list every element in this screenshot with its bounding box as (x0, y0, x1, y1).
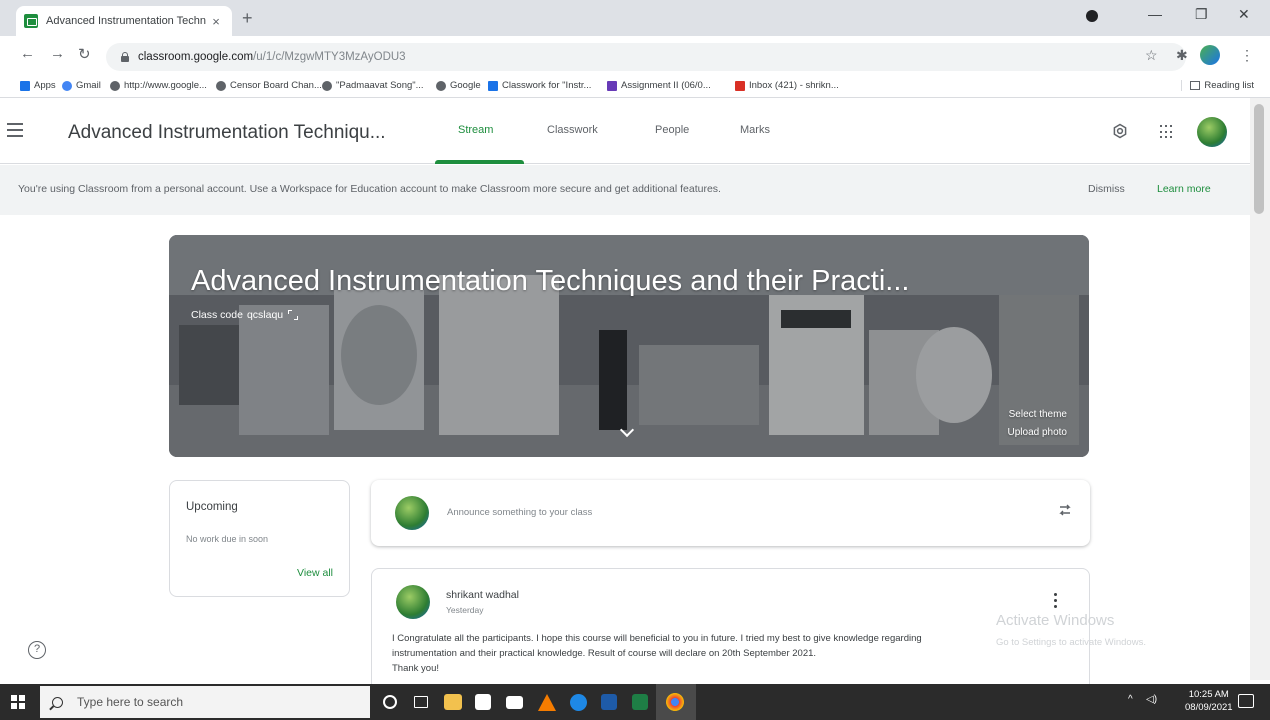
bookmark-star-icon[interactable]: ☆ (1145, 47, 1158, 64)
main-menu-icon[interactable] (7, 123, 23, 137)
apps-grid-icon (20, 80, 30, 91)
taskbar-search[interactable]: Type here to search (40, 686, 370, 718)
upcoming-empty-text: No work due in soon (186, 534, 269, 544)
bookmark-assignment[interactable]: Assignment II (06/0... (607, 80, 711, 91)
scrollbar-thumb[interactable] (1254, 104, 1264, 214)
forms-icon (607, 80, 617, 91)
browser-tab[interactable]: Advanced Instrumentation Techn × (16, 6, 232, 36)
activate-windows-title: Activate Windows (996, 612, 1115, 629)
tab-close-icon[interactable]: × (208, 14, 224, 29)
chrome-menu-icon[interactable]: ⋮ (1240, 47, 1254, 64)
notifications-icon[interactable] (1238, 694, 1254, 708)
new-tab-button[interactable]: + (242, 8, 253, 29)
bookmark-apps[interactable]: Apps (20, 80, 56, 91)
bookmark-google-link[interactable]: http://www.google... (110, 80, 207, 91)
volume-icon[interactable]: ◁) (1146, 694, 1157, 705)
url-host: classroom.google.com (138, 51, 254, 63)
tab-people[interactable]: People (655, 124, 689, 136)
window-close-icon[interactable]: ✕ (1238, 6, 1250, 23)
globe-icon (110, 80, 120, 91)
chrome-profile-icon[interactable] (1086, 10, 1098, 22)
upload-photo-button[interactable]: Upload photo (1008, 427, 1068, 438)
post-date: Yesterday (446, 605, 484, 615)
post-author: shrikant wadhal (446, 589, 519, 601)
announce-box[interactable]: Announce something to your class (371, 480, 1090, 546)
personal-account-banner: You're using Classroom from a personal a… (0, 165, 1250, 215)
banner-message: You're using Classroom from a personal a… (18, 183, 721, 195)
taskbar-clock[interactable]: 10:25 AM 08/09/2021 (1185, 688, 1233, 714)
outlook-icon[interactable] (601, 694, 617, 710)
globe-icon (322, 80, 332, 91)
upcoming-title: Upcoming (186, 501, 238, 513)
select-theme-button[interactable]: Select theme (1009, 409, 1067, 420)
upcoming-card: Upcoming No work due in soon View all (169, 480, 350, 597)
tab-title: Advanced Instrumentation Techn (46, 15, 207, 27)
excel-icon[interactable] (632, 694, 648, 710)
task-view-icon[interactable] (414, 696, 428, 708)
post-more-options-icon[interactable] (1054, 593, 1058, 611)
class-banner-title[interactable]: Advanced Instrumentation Techniques and … (191, 265, 909, 298)
tab-stream[interactable]: Stream (458, 124, 493, 136)
store-icon[interactable] (475, 694, 491, 710)
windows-start-icon[interactable] (11, 695, 25, 709)
gmail-icon (735, 80, 745, 91)
lock-icon (120, 52, 130, 62)
address-bar[interactable]: classroom.google.com/u/1/c/MzgwMTY3MzAyO… (106, 43, 1186, 71)
mail-icon[interactable] (506, 696, 523, 709)
globe-icon (216, 80, 226, 91)
post-author-avatar (396, 585, 430, 619)
post-body: I Congratulate all the participants. I h… (392, 633, 922, 674)
globe-icon (436, 80, 446, 91)
learn-more-link[interactable]: Learn more (1157, 183, 1211, 195)
activate-windows-subtitle: Go to Settings to activate Windows. (996, 637, 1146, 648)
reload-icon[interactable]: ↻ (78, 45, 91, 63)
bookmarks-bar: Apps Gmail http://www.google... Censor B… (0, 76, 1270, 98)
restore-icon[interactable]: ❐ (1195, 6, 1208, 23)
class-code-label: Class code (191, 309, 243, 321)
announce-input[interactable]: Announce something to your class (447, 507, 592, 518)
extensions-icon[interactable]: ✱ (1176, 47, 1188, 64)
browser-profile-avatar[interactable] (1200, 45, 1220, 65)
forward-icon[interactable]: → (50, 45, 65, 62)
active-tab-indicator (435, 160, 524, 164)
taskbar-search-placeholder: Type here to search (77, 695, 184, 709)
bookmark-classwork[interactable]: Classwork for "Instr... (488, 80, 591, 91)
google-apps-icon[interactable] (1160, 125, 1174, 139)
class-code: Class code qcslaqu (191, 309, 299, 321)
bookmark-google[interactable]: Google (436, 80, 481, 91)
back-icon[interactable]: ← (20, 45, 35, 62)
tab-marks[interactable]: Marks (740, 124, 770, 136)
classroom-favicon-icon (24, 14, 38, 28)
search-icon (52, 696, 63, 708)
help-icon[interactable]: ? (28, 641, 46, 659)
google-icon (62, 80, 72, 91)
minimize-icon[interactable]: — (1148, 6, 1162, 22)
avatar (395, 496, 429, 530)
reading-list-button[interactable]: Reading list (1181, 80, 1254, 91)
class-banner: Advanced Instrumentation Techniques and … (169, 235, 1089, 457)
view-all-link[interactable]: View all (297, 567, 333, 579)
reading-list-icon (1190, 81, 1201, 90)
class-code-value: qcslaqu (246, 309, 284, 321)
fullscreen-icon[interactable] (288, 310, 299, 320)
url-path: /u/1/c/MzgwMTY3MzAyODU3 (253, 51, 406, 63)
file-explorer-icon[interactable] (444, 694, 462, 710)
chrome-icon[interactable] (666, 693, 684, 711)
bookmark-censor-board[interactable]: Censor Board Chan... (216, 80, 322, 91)
account-avatar[interactable] (1197, 117, 1227, 147)
edge-icon[interactable] (570, 694, 587, 711)
tab-classwork[interactable]: Classwork (547, 124, 598, 136)
page-title[interactable]: Advanced Instrumentation Techniqu... (68, 122, 386, 144)
cortana-icon[interactable] (383, 695, 397, 709)
bookmark-padmaavat[interactable]: "Padmaavat Song"... (322, 80, 424, 91)
tray-chevron-icon[interactable]: ^ (1128, 694, 1133, 705)
repost-icon[interactable] (1057, 502, 1073, 518)
classroom-icon (488, 80, 498, 91)
vlc-icon[interactable] (538, 694, 556, 711)
settings-gear-icon[interactable] (1112, 123, 1128, 139)
dismiss-button[interactable]: Dismiss (1088, 183, 1125, 195)
bookmark-gmail[interactable]: Gmail (62, 80, 101, 91)
bookmark-inbox[interactable]: Inbox (421) - shrikn... (735, 80, 839, 91)
